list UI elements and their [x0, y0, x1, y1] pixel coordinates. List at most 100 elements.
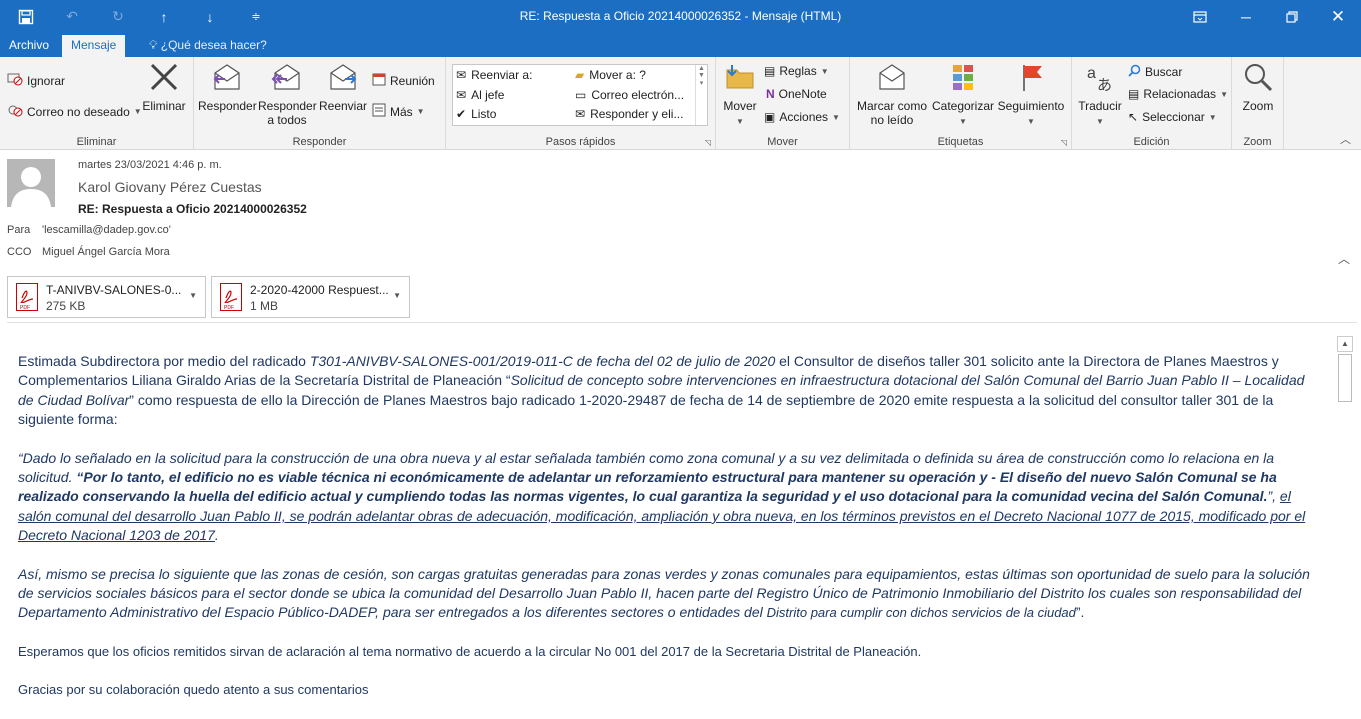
reenviar-button[interactable]: Reenviar [317, 61, 369, 113]
svg-text:あ: あ [1097, 76, 1112, 93]
quick-step-mover-a[interactable]: ▰ Mover a: ? [575, 68, 646, 82]
tab-archivo[interactable]: Archivo [0, 35, 58, 57]
dialog-launcher-icon[interactable]: ◹ [1061, 138, 1067, 147]
message-body[interactable]: Estimada Subdirectora por medio del radi… [18, 352, 1323, 719]
quick-step-label: Listo [471, 107, 497, 121]
ignorar-button[interactable]: Ignorar [7, 72, 65, 89]
eliminar-button[interactable]: Eliminar [140, 61, 188, 113]
sender-name[interactable]: Karol Giovany Pérez Cuestas [78, 179, 262, 195]
body-paragraph-1: Estimada Subdirectora por medio del radi… [18, 352, 1323, 430]
marcar-label-1: Marcar como [856, 99, 927, 113]
quick-step-label: Al jefe [471, 88, 505, 102]
attachment-name: 2-2020-42000 Respuest... [250, 283, 389, 297]
collapse-ribbon-icon[interactable]: ︿ [1340, 131, 1351, 147]
attachment-2[interactable]: PDF 2-2020-42000 Respuest... 1 MB ▼ [211, 276, 410, 318]
seguimiento-button[interactable]: Seguimiento ▼ [996, 61, 1066, 129]
text-run: T301-ANIVBV-SALONES-001/2019-011-C de fe… [309, 353, 776, 369]
group-zoom: Zoom Zoom [1232, 57, 1284, 150]
responder-todos-label-2: a todos [267, 113, 307, 127]
quick-step-label: Correo electrón... [591, 88, 685, 102]
quick-steps-gallery: ✉︎ Reenviar a: ✉︎ Al jefe ✔︎ Listo ▰ Mover a… [452, 64, 708, 126]
reunion-button[interactable]: Reunión [372, 72, 435, 89]
buscar-label: Buscar [1145, 65, 1183, 79]
group-label-eliminar: Eliminar [76, 136, 117, 148]
svg-text:PDF: PDF [20, 305, 30, 310]
scroll-up-icon[interactable]: ▲ [1337, 336, 1353, 352]
mover-label: Mover [723, 99, 757, 113]
tab-mensaje[interactable]: Mensaje [62, 35, 126, 57]
buscar-button[interactable]: Buscar [1128, 64, 1182, 80]
pdf-icon: PDF [16, 283, 38, 311]
ribbon-tabs: Archivo Mensaje 💡︎ ¿Qué desea hacer? [0, 33, 1361, 57]
attachment-1[interactable]: PDF T-ANIVBV-SALONES-0... 275 KB ▼ [7, 276, 206, 318]
junk-icon [7, 103, 23, 120]
correo-no-deseado-button[interactable]: Correo no deseado ▼ [7, 103, 142, 120]
quick-step-reenviar-a[interactable]: ✉︎ Reenviar a: [456, 68, 532, 82]
message-date: martes 23/03/2021 4:46 p. m. [78, 159, 222, 171]
group-label-zoom: Zoom [1243, 136, 1272, 148]
group-eliminar: Ignorar Correo no deseado ▼ Eliminar Eli… [0, 57, 194, 150]
attachment-name: T-ANIVBV-SALONES-0... [46, 283, 182, 297]
cursor-icon: ↖ [1128, 110, 1139, 124]
quick-step-responder-y-eliminar[interactable]: ✉︎ Responder y eli... [575, 107, 683, 121]
chevron-down-icon[interactable]: ▼ [393, 291, 401, 300]
chevron-down-icon: ▼ [416, 107, 425, 116]
body-scrollbar[interactable]: ▲ [1337, 336, 1353, 702]
categorizar-button[interactable]: Categorizar ▼ [930, 61, 996, 129]
marcar-no-leido-button[interactable]: Marcar como no leído [854, 61, 930, 127]
mas-button[interactable]: Más ▼ [372, 103, 425, 120]
related-icon: ▤ [1128, 87, 1140, 101]
group-label-pasos-rapidos: Pasos rápidos [545, 136, 616, 148]
relacionadas-button[interactable]: ▤ Relacionadas ▼ [1128, 87, 1228, 101]
body-paragraph-4: Esperamos que los oficios remitidos sirv… [18, 643, 922, 659]
forward-icon [330, 64, 357, 90]
chevron-down-icon: ▼ [959, 117, 967, 126]
collapse-header-icon[interactable]: ︿ [1338, 250, 1350, 267]
forward-envelope-icon: ✉︎ [456, 68, 467, 82]
traducir-button[interactable]: aあ Traducir ▼ [1074, 61, 1126, 129]
chevron-down-icon: ▼ [1220, 89, 1228, 99]
relacionadas-label: Relacionadas [1143, 87, 1217, 101]
reunion-label: Reunión [390, 73, 435, 88]
title-bar: ↶ ↻ ↑ ↓ ≑ RE: Respuesta a Oficio 2021400… [0, 0, 1361, 33]
quick-steps-scrollbar[interactable]: ▲ ▼ ▾ [695, 65, 707, 125]
dialog-launcher-icon[interactable]: ◹ [705, 138, 711, 147]
seleccionar-button[interactable]: ↖ Seleccionar ▼ [1128, 110, 1217, 124]
zoom-button[interactable]: Zoom [1234, 61, 1282, 113]
seleccionar-label: Seleccionar [1142, 110, 1205, 124]
acciones-button[interactable]: ▣ Acciones ▼ [764, 110, 840, 124]
text-run: . [214, 527, 219, 544]
group-label-mover: Mover [767, 136, 798, 148]
to-recipient[interactable]: 'lescamilla@dadep.gov.co' [42, 224, 171, 236]
cco-label: CCO [7, 246, 32, 258]
traducir-label: Traducir [1078, 99, 1122, 113]
cco-recipient[interactable]: Miguel Ángel García Mora [42, 246, 170, 258]
responder-button[interactable]: Responder [198, 61, 257, 113]
quick-step-listo[interactable]: ✔︎ Listo [456, 107, 496, 121]
lightbulb-icon: 💡︎ [149, 38, 158, 52]
responder-label: Responder [198, 99, 257, 113]
reglas-label: Reglas [779, 64, 817, 78]
text-run: Estimada Subdirectora por medio del radi… [18, 353, 310, 369]
delete-icon [150, 63, 178, 91]
restore-icon[interactable] [1269, 0, 1315, 33]
ribbon-display-options-icon[interactable] [1177, 0, 1223, 33]
body-paragraph-2: “Dado lo señalado en la solicitud para l… [18, 449, 1323, 546]
mover-button[interactable]: Mover ▼ [720, 61, 760, 129]
tell-me-box[interactable]: 💡︎ ¿Qué desea hacer? [149, 38, 267, 53]
minimize-icon[interactable]: ─ [1223, 0, 1269, 33]
close-icon[interactable]: ✕ [1315, 0, 1361, 33]
chevron-down-icon: ▼ [832, 112, 840, 122]
chevron-down-icon: ▼ [736, 117, 744, 126]
quick-step-correo-electronico[interactable]: ▭ Correo electrón... [575, 88, 684, 102]
onenote-button[interactable]: N OneNote [766, 87, 827, 101]
quick-step-al-jefe[interactable]: ✉︎ Al jefe [456, 88, 504, 102]
acciones-label: Acciones [779, 110, 829, 124]
responder-todos-button[interactable]: Responder a todos [258, 61, 317, 127]
quick-step-label: Reenviar a: [471, 68, 533, 82]
scroll-thumb[interactable] [1338, 354, 1352, 402]
attachment-size: 1 MB [250, 299, 279, 313]
quick-step-label: Mover a: ? [589, 68, 646, 82]
reglas-button[interactable]: ▤ Reglas ▼ [764, 64, 829, 78]
chevron-down-icon[interactable]: ▼ [189, 291, 197, 300]
